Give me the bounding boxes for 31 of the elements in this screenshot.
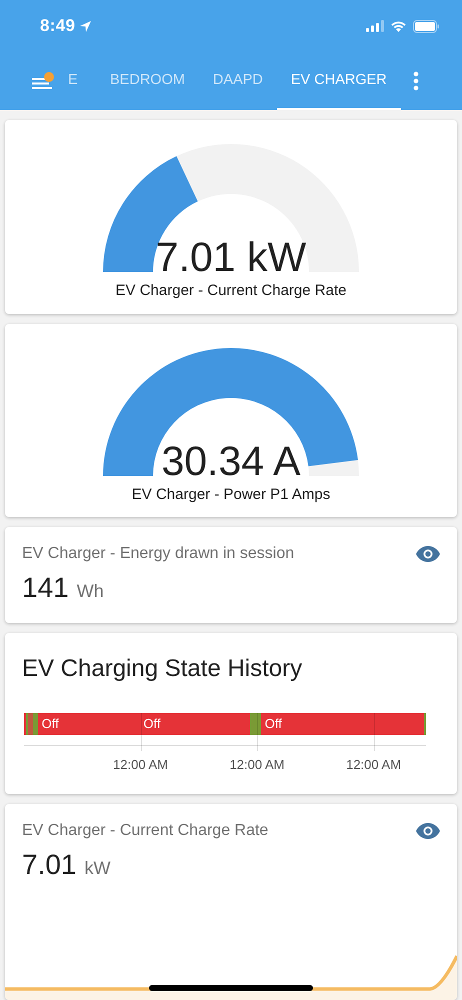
state-label: Off xyxy=(40,716,59,732)
sensor-value: 7.01 xyxy=(22,848,76,881)
card-title: EV Charging State History xyxy=(22,655,304,684)
status-time: 8:49 xyxy=(40,16,76,36)
sensor-name: EV Charger - Current Charge Rate xyxy=(22,822,268,840)
state-label: Off xyxy=(264,716,282,732)
location-arrow-icon xyxy=(80,20,92,32)
eye-icon[interactable] xyxy=(416,546,440,562)
signal-icon xyxy=(366,20,384,32)
tab[interactable]: E xyxy=(68,52,82,110)
gauge-value: 30.34 A xyxy=(161,438,301,484)
tab[interactable]: EV CHARGER xyxy=(276,52,401,110)
sensor-unit: Wh xyxy=(76,581,104,602)
state-label: Off xyxy=(142,716,160,732)
gauge-label: EV Charger - Power P1 Amps xyxy=(132,486,330,503)
time-tick-label: 12:00 AM xyxy=(346,757,402,772)
eye-icon[interactable] xyxy=(416,822,440,839)
sensor-value: 141 xyxy=(22,572,69,604)
sensor-unit: kW xyxy=(84,858,110,879)
gauge-label: EV Charger - Current Charge Rate xyxy=(116,282,346,299)
tab[interactable]: DAAPD xyxy=(198,52,277,110)
wifi-icon xyxy=(390,20,407,32)
gauge-value: 7.01 kW xyxy=(156,234,306,280)
gauge-track xyxy=(308,460,359,476)
battery-icon xyxy=(413,20,440,32)
more-options-icon[interactable] xyxy=(412,71,419,91)
sensor-name: EV Charger - Energy drawn in session xyxy=(22,545,294,564)
time-tick-label: 12:00 AM xyxy=(113,757,168,772)
menu-icon[interactable] xyxy=(32,72,54,90)
tab[interactable]: BEDROOM xyxy=(96,52,199,110)
time-tick-label: 12:00 AM xyxy=(230,757,284,772)
